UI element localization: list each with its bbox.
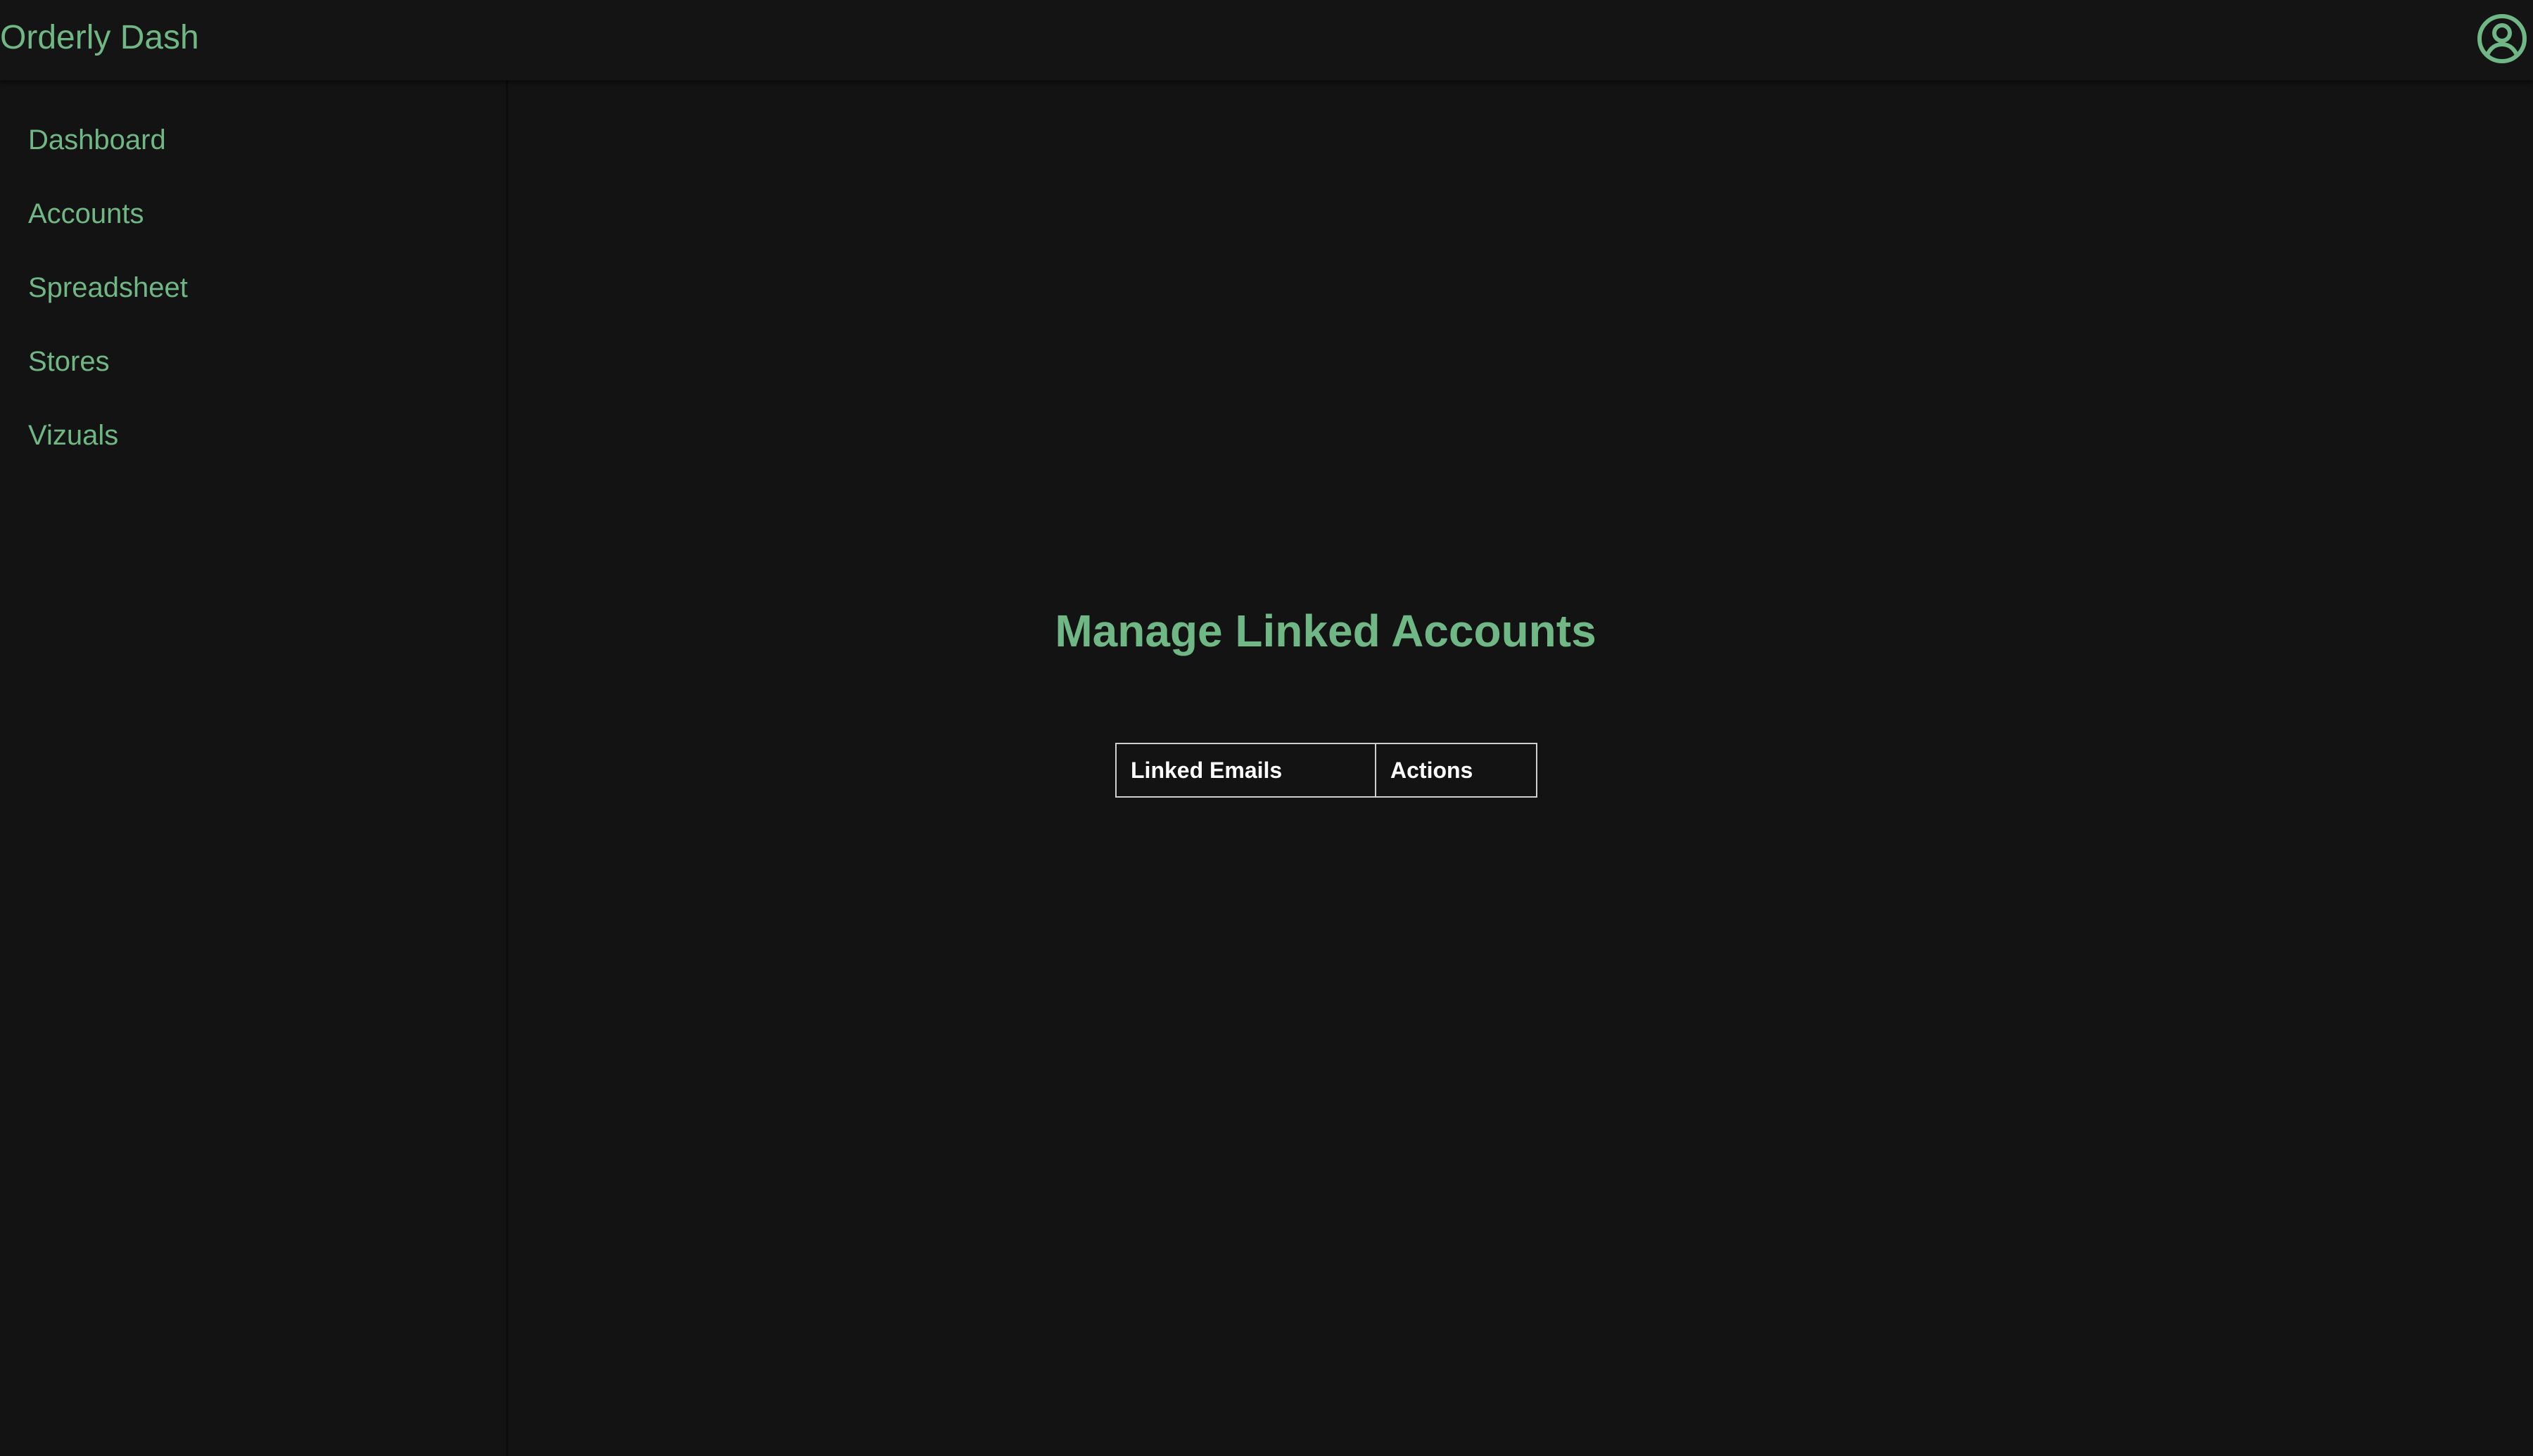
user-circle-icon — [2477, 14, 2527, 63]
sidebar-item-spreadsheet[interactable]: Spreadsheet — [28, 270, 188, 305]
table-header-row: Linked Emails Actions — [1115, 743, 1537, 798]
page-title: Manage Linked Accounts — [1055, 606, 1596, 656]
top-bar: Orderly Dash — [0, 0, 2533, 80]
sidebar-nav: Dashboard Accounts Spreadsheet Stores Vi… — [28, 122, 188, 492]
app-title[interactable]: Orderly Dash — [0, 15, 199, 60]
sidebar-item-vizuals[interactable]: Vizuals — [28, 418, 188, 453]
sidebar: Dashboard Accounts Spreadsheet Stores Vi… — [0, 80, 508, 1456]
sidebar-item-dashboard[interactable]: Dashboard — [28, 122, 188, 158]
column-header-actions: Actions — [1375, 743, 1537, 798]
column-header-linked-emails: Linked Emails — [1115, 743, 1376, 798]
linked-accounts-table: Linked Emails Actions — [1115, 743, 1537, 798]
app-root: Orderly Dash Dashboard Accounts Spreadsh… — [0, 0, 2533, 1456]
sidebar-item-accounts[interactable]: Accounts — [28, 196, 188, 231]
profile-button[interactable] — [2475, 12, 2529, 65]
sidebar-item-stores[interactable]: Stores — [28, 344, 188, 379]
